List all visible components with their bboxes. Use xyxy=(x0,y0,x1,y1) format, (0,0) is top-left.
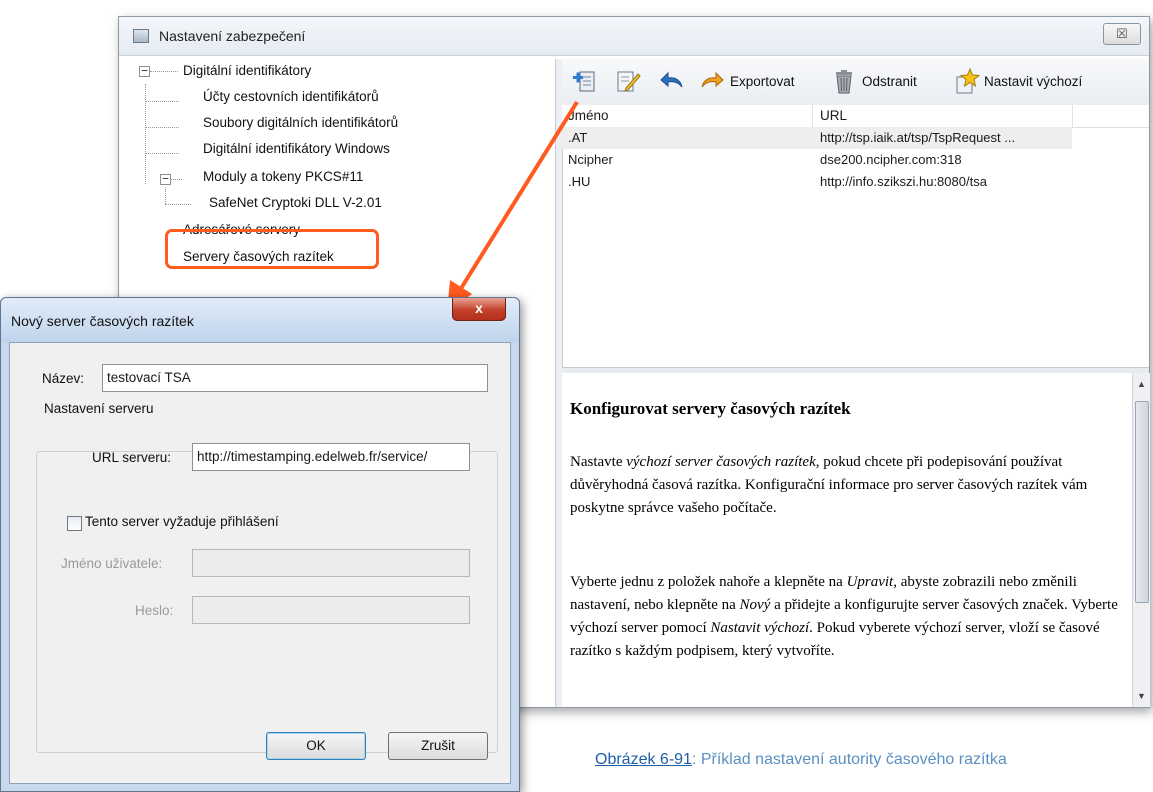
caption-text: : Příklad nastavení autority časového ra… xyxy=(691,751,1007,768)
figure-caption: Obrázek 6-91: Příklad nastavení autority… xyxy=(595,751,1007,769)
ok-button[interactable]: OK xyxy=(266,732,366,760)
window-title: Nastavení zabezpečení xyxy=(159,28,306,44)
cancel-button[interactable]: Zrušit xyxy=(388,732,488,760)
trash-icon xyxy=(830,67,858,95)
export-label: Exportovat xyxy=(730,73,795,89)
help-emphasis: Nastavit výchozí xyxy=(710,620,810,636)
scroll-up-icon[interactable]: ▲ xyxy=(1137,379,1146,389)
export-button[interactable]: Exportovat xyxy=(698,65,795,97)
highlight-outline xyxy=(165,229,379,269)
new-button[interactable] xyxy=(570,65,602,97)
tree-item-digital-id-files[interactable]: Soubory digitálních identifikátorů xyxy=(203,115,398,130)
row-url: http://tsp.iaik.at/tsp/TspRequest ... xyxy=(820,130,1016,145)
password-label: Heslo: xyxy=(135,603,174,618)
server-settings-legend: Nastavení serveru xyxy=(40,401,158,416)
remove-label: Odstranit xyxy=(862,73,917,89)
timestamp-server-list: .AT http://tsp.iaik.at/tsp/TspRequest ..… xyxy=(562,127,1149,367)
remove-button[interactable]: Odstranit xyxy=(830,65,917,97)
help-paragraph-2: Vyberte jednu z položek nahoře a klepnět… xyxy=(570,571,1125,663)
column-divider xyxy=(812,105,813,127)
tree-line xyxy=(145,153,179,154)
dialog-title: Nový server časových razítek xyxy=(11,313,194,329)
help-heading: Konfigurovat servery časových razítek xyxy=(570,399,851,418)
column-header-name[interactable]: Jméno xyxy=(568,108,609,123)
set-default-button[interactable]: Nastavit výchozí xyxy=(952,65,1082,97)
row-name: Ncipher xyxy=(568,152,613,167)
help-paragraph-1: Nastavte výchozí server časových razítek… xyxy=(570,451,1125,520)
scrollbar-thumb[interactable] xyxy=(1135,401,1149,603)
add-id-icon xyxy=(570,67,598,95)
column-divider xyxy=(1072,105,1073,127)
row-name: .AT xyxy=(568,130,588,145)
table-row[interactable]: Ncipher dse200.ncipher.com:318 xyxy=(562,149,1149,171)
tree-line xyxy=(145,127,179,128)
column-header-url[interactable]: URL xyxy=(820,108,847,123)
server-url-field[interactable]: http://timestamping.edelweb.fr/service/ xyxy=(192,443,470,471)
scroll-down-icon[interactable]: ▼ xyxy=(1137,691,1146,701)
help-emphasis: Upravit xyxy=(846,574,894,590)
name-field[interactable]: testovací TSA xyxy=(102,364,488,392)
tree-line xyxy=(165,187,166,204)
app-window-icon xyxy=(133,29,149,43)
row-name: .HU xyxy=(568,174,591,189)
help-emphasis: Nový xyxy=(739,597,771,613)
tree-item-pkcs11-modules[interactable]: Moduly a tokeny PKCS#11 xyxy=(203,169,363,184)
username-field[interactable] xyxy=(192,549,470,577)
tree-line xyxy=(145,84,146,184)
table-row[interactable]: .HU http://info.szikszi.hu:8080/tsa xyxy=(562,171,1149,193)
close-button[interactable]: ☒ xyxy=(1103,23,1141,45)
collapse-icon[interactable]: − xyxy=(139,65,150,77)
help-text: Vyberte jednu z položek nahoře a klepnět… xyxy=(570,574,847,590)
tree-item-safenet-cryptoki[interactable]: SafeNet Cryptoki DLL V-2.01 xyxy=(209,195,382,210)
help-scrollbar[interactable]: ▲ ▼ xyxy=(1132,373,1150,707)
row-url: dse200.ncipher.com:318 xyxy=(820,152,962,167)
figure-link[interactable]: Obrázek 6-91 xyxy=(595,751,692,768)
login-required-label: Tento server vyžaduje přihlášení xyxy=(85,514,279,529)
tree-line xyxy=(165,204,191,205)
help-text: Nastavte xyxy=(570,454,627,470)
login-required-checkbox[interactable] xyxy=(67,516,82,531)
set-default-label: Nastavit výchozí xyxy=(984,73,1083,89)
name-label: Název: xyxy=(42,371,85,386)
tree-line xyxy=(150,71,178,72)
tree-line xyxy=(145,101,179,102)
dialog-titlebar: Nový server časových razítek x xyxy=(1,298,519,342)
row-url: http://info.szikszi.hu:8080/tsa xyxy=(820,174,987,189)
undo-button[interactable] xyxy=(658,65,690,97)
star-icon xyxy=(952,67,981,95)
collapse-icon[interactable]: − xyxy=(160,173,171,185)
window-titlebar: Nastavení zabezpečení ☒ xyxy=(119,17,1149,56)
help-panel: Konfigurovat servery časových razítek Na… xyxy=(562,373,1132,707)
tree-item-digital-ids[interactable]: Digitální identifikátory xyxy=(183,63,311,78)
url-label: URL serveru: xyxy=(92,450,172,465)
password-field[interactable] xyxy=(192,596,470,624)
tree-item-roaming-id-accounts[interactable]: Účty cestovních identifikátorů xyxy=(203,89,379,104)
toolbar: Exportovat Odstranit Nastavit výchozí xyxy=(562,59,1149,106)
dialog-body: Název: testovací TSA Nastavení serveru U… xyxy=(9,342,511,784)
list-header: Jméno URL xyxy=(562,105,1149,128)
export-arrow-icon xyxy=(698,67,726,95)
edit-button[interactable] xyxy=(614,65,646,97)
edit-icon xyxy=(614,67,642,95)
tree-item-windows-digital-ids[interactable]: Digitální identifikátory Windows xyxy=(203,141,390,156)
tree-line xyxy=(170,179,182,180)
table-row[interactable]: .AT http://tsp.iaik.at/tsp/TspRequest ..… xyxy=(562,127,1072,149)
close-button[interactable]: x xyxy=(452,298,506,321)
username-label: Jméno uživatele: xyxy=(61,556,163,571)
new-timestamp-server-dialog: Nový server časových razítek x Název: te… xyxy=(0,297,520,792)
undo-arrow-icon xyxy=(658,67,686,95)
help-emphasis: výchozí server časových razítek xyxy=(626,454,816,470)
